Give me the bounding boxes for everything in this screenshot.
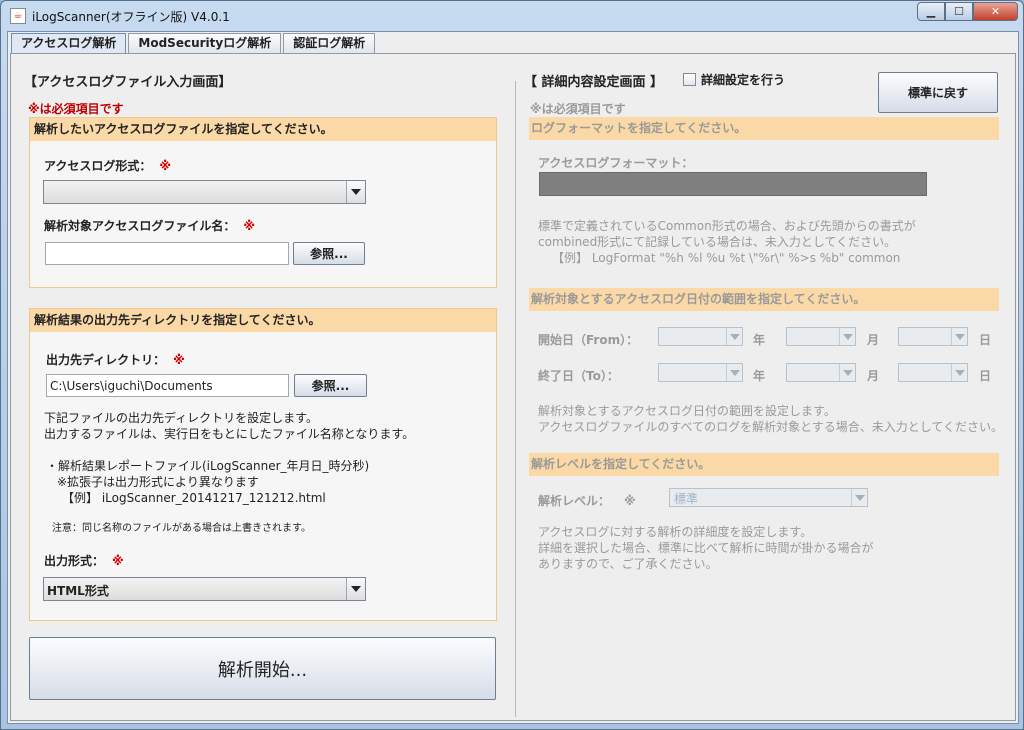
java-app-icon: ☕	[10, 8, 26, 24]
title-bar[interactable]: ☕ iLogScanner(オフライン版) V4.0.1 ▁ ☐ ✕	[1, 1, 1023, 31]
chevron-down-icon	[839, 328, 855, 345]
level-desc-1: アクセスログに対する解析の詳細度を設定します。	[538, 525, 813, 539]
log-file-label: 解析対象アクセスログファイル名： ※	[44, 219, 256, 233]
to-date-label: 終了日（To）：	[538, 369, 619, 383]
overwrite-note: 注意：同じ名称のファイルがある場合は上書きされます。	[52, 523, 311, 534]
chevron-down-icon	[951, 364, 967, 381]
from-day-combo[interactable]	[898, 327, 968, 346]
detail-settings-checkbox-label: 詳細設定を行う	[701, 73, 786, 87]
level-desc-2: 詳細を選択した場合、標準に比べて解析に時間が掛かる場合が	[538, 541, 874, 555]
log-format-combo[interactable]	[43, 180, 366, 204]
date-desc-1: 解析対象とするアクセスログ日付の範囲を設定します。	[538, 404, 836, 418]
output-dir-label: 出力先ディレクトリ： ※	[46, 353, 185, 367]
output-dir-input[interactable]	[46, 374, 289, 397]
date-range-header: 解析対象とするアクセスログ日付の範囲を指定してください。	[529, 288, 999, 311]
tab-strip: アクセスログ解析 ModSecurityログ解析 認証ログ解析	[11, 33, 377, 54]
tab-content: 【アクセスログファイル入力画面】 ※は必須項目です 解析したいアクセスログファイ…	[10, 53, 1016, 721]
output-desc-2: 出力するファイルは、実行日をもとにしたファイル名称となります。	[44, 427, 415, 441]
minimize-button[interactable]: ▁	[917, 2, 945, 21]
from-date-label: 開始日（From）：	[538, 333, 639, 347]
access-log-format-input[interactable]	[539, 172, 927, 196]
to-month-unit: 月	[867, 369, 880, 383]
required-note: ※は必須項目です	[28, 102, 124, 116]
to-year-unit: 年	[753, 369, 766, 383]
format-desc-2: combined形式にて記録している場合は、未入力としてください。	[538, 235, 897, 249]
format-desc-1: 標準で定義されているCommon形式の場合、および先頭からの書式が	[538, 219, 916, 233]
analysis-level-label: 解析レベル： ※	[538, 494, 636, 508]
analysis-level-combo[interactable]: 標準	[669, 488, 868, 507]
tab-modsecurity-log[interactable]: ModSecurityログ解析	[128, 33, 282, 53]
app-window: ☕ iLogScanner(オフライン版) V4.0.1 ▁ ☐ ✕ アクセスロ…	[0, 0, 1024, 730]
chevron-down-icon	[839, 364, 855, 381]
log-file-browse-button[interactable]: 参照...	[293, 242, 365, 265]
from-year-unit: 年	[753, 333, 766, 347]
tab-auth-log[interactable]: 認証ログ解析	[283, 33, 376, 53]
chevron-down-icon	[726, 328, 742, 345]
maximize-button[interactable]: ☐	[945, 2, 973, 21]
chevron-down-icon[interactable]	[346, 181, 365, 203]
detail-required-note: ※は必須項目です	[530, 102, 626, 116]
date-desc-2: アクセスログファイルのすべてのログを解析対象とする場合、未入力としてください。	[538, 420, 1004, 434]
input-screen-title: 【アクセスログファイル入力画面】	[24, 75, 232, 90]
from-month-combo[interactable]	[786, 327, 856, 346]
input-file-header: 解析したいアクセスログファイルを指定してください。	[30, 118, 496, 141]
log-format-label: アクセスログ形式： ※	[44, 159, 172, 173]
chevron-down-icon	[951, 328, 967, 345]
log-format-header: ログフォーマットを指定してください。	[529, 117, 999, 140]
output-format-combo[interactable]: HTML形式	[43, 577, 366, 601]
access-log-format-label: アクセスログフォーマット：	[538, 156, 694, 170]
close-button[interactable]: ✕	[973, 2, 1018, 21]
window-controls: ▁ ☐ ✕	[917, 2, 1018, 21]
from-year-combo[interactable]	[658, 327, 743, 346]
chevron-down-icon[interactable]	[346, 578, 365, 600]
chevron-down-icon	[851, 489, 867, 506]
output-format-label: 出力形式： ※	[44, 554, 124, 568]
from-day-unit: 日	[979, 333, 992, 347]
to-day-combo[interactable]	[898, 363, 968, 382]
to-day-unit: 日	[979, 369, 992, 383]
output-desc-1: 下記ファイルの出力先ディレクトリを設定します。	[44, 411, 318, 425]
chevron-down-icon	[726, 364, 742, 381]
from-month-unit: 月	[867, 333, 880, 347]
output-dir-header: 解析結果の出力先ディレクトリを指定してください。	[30, 309, 496, 332]
window-title: iLogScanner(オフライン版) V4.0.1	[32, 10, 230, 24]
format-example: 【例】 LogFormat "%h %l %u %t \"%r\" %>s %b…	[552, 251, 901, 265]
output-bullet-2: ※拡張子は出力形式により異なります	[57, 475, 259, 489]
start-analysis-button[interactable]: 解析開始...	[29, 637, 496, 700]
output-bullet-3: 【例】 iLogScanner_20141217_121212.html	[62, 491, 326, 505]
panel-divider	[515, 81, 516, 717]
level-desc-3: ありますので、ご了承ください。	[538, 557, 718, 571]
output-dir-browse-button[interactable]: 参照...	[294, 374, 367, 397]
reset-default-button[interactable]: 標準に戻す	[878, 72, 998, 113]
tab-access-log[interactable]: アクセスログ解析	[11, 33, 127, 53]
to-month-combo[interactable]	[786, 363, 856, 382]
analysis-level-header: 解析レベルを指定してください。	[529, 453, 999, 476]
detail-screen-title: 【 詳細内容設定画面 】	[524, 75, 664, 90]
output-bullet-1: ・解析結果レポートファイル(iLogScanner_年月日_時分秒)	[46, 459, 370, 473]
client-area: アクセスログ解析 ModSecurityログ解析 認証ログ解析 【アクセスログフ…	[7, 31, 1019, 724]
log-file-input[interactable]	[45, 242, 289, 265]
detail-settings-checkbox[interactable]	[683, 73, 696, 86]
to-year-combo[interactable]	[658, 363, 743, 382]
